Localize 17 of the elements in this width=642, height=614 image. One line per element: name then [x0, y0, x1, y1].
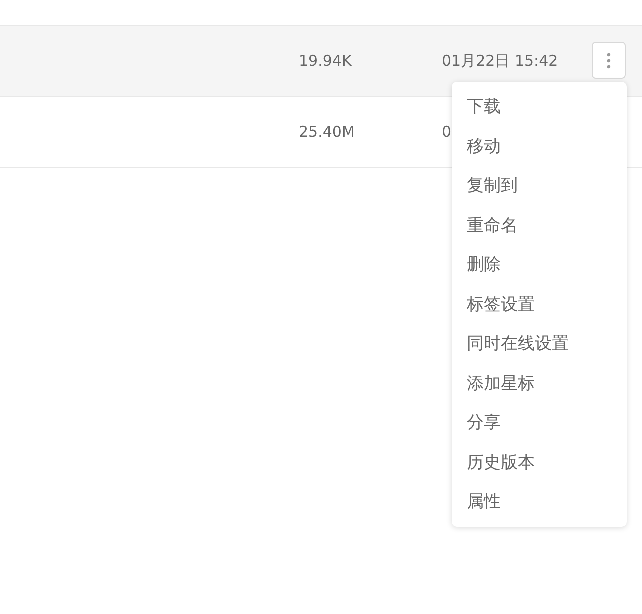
file-size: 25.40M [299, 123, 355, 141]
more-vertical-icon [607, 52, 611, 68]
menu-item[interactable]: 属性 [452, 483, 627, 522]
modified-date: 0 [442, 123, 452, 141]
file-row[interactable]: 19.94K 01月22日 15:42 [0, 26, 642, 97]
menu-item[interactable]: 分享 [452, 404, 627, 444]
menu-item[interactable]: 标签设置 [452, 286, 627, 325]
menu-item[interactable]: 同时在线设置 [452, 325, 627, 364]
menu-item[interactable]: 删除 [452, 246, 627, 286]
menu-item[interactable]: 移动 [452, 128, 627, 167]
menu-item[interactable]: 重命名 [452, 206, 627, 246]
modified-date: 01月22日 15:42 [442, 52, 558, 70]
more-button[interactable] [592, 42, 626, 79]
menu-item[interactable]: 复制到 [452, 167, 627, 206]
file-size: 19.94K [299, 52, 352, 70]
menu-item[interactable]: 历史版本 [452, 444, 627, 483]
menu-item[interactable]: 添加星标 [452, 364, 627, 404]
